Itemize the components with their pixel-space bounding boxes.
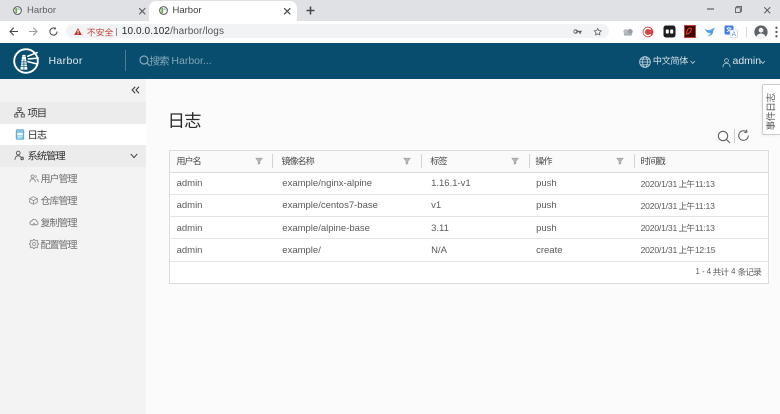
svg-text:A: A <box>732 31 737 38</box>
